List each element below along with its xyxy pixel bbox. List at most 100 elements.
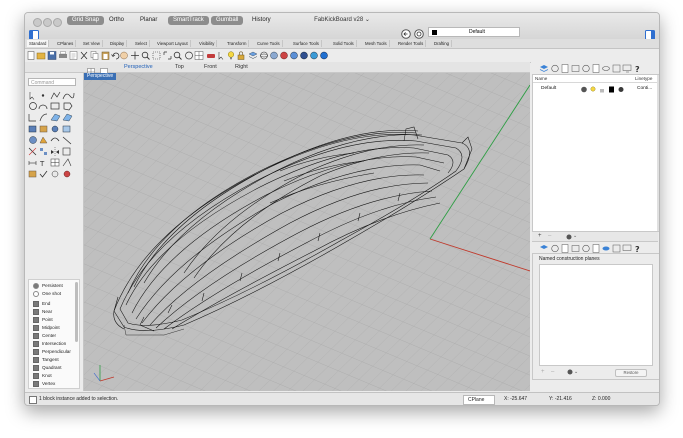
gear-icon[interactable] <box>567 369 573 375</box>
properties-icon[interactable] <box>69 51 78 60</box>
analyze-icon[interactable] <box>62 158 72 167</box>
current-layer-icon[interactable] <box>581 86 587 92</box>
layers-scrollbar[interactable] <box>657 75 659 231</box>
curve-icon[interactable] <box>62 92 75 100</box>
add-layer-button[interactable]: + <box>538 232 542 241</box>
monitor-tab-icon[interactable] <box>622 64 632 73</box>
restore-button[interactable]: Restore <box>615 369 647 377</box>
lightbulb-icon[interactable] <box>227 51 235 60</box>
dimension-icon[interactable] <box>28 161 37 165</box>
tab-standard[interactable]: Standard <box>27 40 50 47</box>
trim-icon[interactable] <box>28 147 37 156</box>
rendered-display-icon[interactable] <box>280 51 288 60</box>
rectangle-icon[interactable] <box>50 102 60 110</box>
osnap-intersection[interactable]: Intersection <box>33 340 66 347</box>
circle-tab-icon[interactable] <box>582 64 590 73</box>
tab-set-view[interactable]: Set View <box>81 40 103 47</box>
layer-row-linetype[interactable]: Conti... <box>637 84 652 93</box>
arc-icon[interactable] <box>38 104 48 110</box>
check-icon[interactable] <box>39 170 48 178</box>
osnap-vertex[interactable]: Vertex <box>33 380 55 387</box>
point-icon[interactable] <box>41 94 45 97</box>
zoom-icon[interactable] <box>141 51 150 60</box>
extrude-icon[interactable] <box>39 125 48 133</box>
print-icon[interactable] <box>59 51 67 59</box>
box-tab-icon[interactable] <box>571 245 580 252</box>
lock-icon[interactable] <box>237 51 245 60</box>
question-mark-icon[interactable]: ? <box>635 245 640 253</box>
tab-select[interactable]: Select <box>133 40 150 47</box>
layers-tab-icon[interactable] <box>539 65 549 72</box>
status-panel-icon[interactable] <box>29 396 37 404</box>
scale-icon[interactable] <box>62 147 71 156</box>
help-icon[interactable] <box>320 51 328 60</box>
tab-visibility[interactable]: Visibility <box>197 40 218 47</box>
circle-icon[interactable] <box>29 102 37 110</box>
gear-icon[interactable] <box>566 234 572 240</box>
left-sidebar-toggle-icon[interactable] <box>29 27 39 40</box>
properties-tab-icon[interactable] <box>551 64 559 73</box>
select-arrow-icon[interactable] <box>29 92 35 100</box>
lock-icon[interactable] <box>600 88 604 93</box>
tab-transform[interactable]: Transform <box>225 40 250 47</box>
tab-curve-tools[interactable]: Curve Tools <box>255 40 283 47</box>
car-icon[interactable] <box>207 54 215 58</box>
osnap-persistent[interactable]: Persistent <box>33 282 63 289</box>
file-tab-icon[interactable] <box>561 244 569 253</box>
eye-tab-icon[interactable] <box>602 66 610 71</box>
text-icon[interactable]: T <box>39 160 45 168</box>
new-file-icon[interactable] <box>27 51 35 60</box>
question-mark-icon[interactable]: ? <box>635 65 640 73</box>
viewport-tab-front[interactable]: Front <box>204 63 217 71</box>
viewport-tab-perspective[interactable]: Perspective <box>124 63 153 71</box>
box-icon[interactable] <box>28 125 37 133</box>
osnap-quadrant[interactable]: Quadrant <box>33 364 62 371</box>
tab-mesh-tools[interactable]: Mesh Tools <box>363 40 390 47</box>
osnap-scrollbar[interactable] <box>75 282 78 342</box>
viewport-grid-icon[interactable] <box>87 63 95 76</box>
title-chevron-icon[interactable]: ⌄ <box>365 17 370 23</box>
right-sidebar-toggle-icon[interactable] <box>645 27 655 40</box>
monitor-tab-icon[interactable] <box>622 244 632 251</box>
pan-hand-icon[interactable] <box>120 51 128 60</box>
osnap-near[interactable]: Near <box>33 308 52 315</box>
layer-options-chevron[interactable]: ⌄ <box>573 232 577 240</box>
add-cplane-button[interactable]: + <box>541 368 545 376</box>
viewport-layout-icon[interactable] <box>100 63 108 76</box>
layer-icon[interactable] <box>248 51 258 59</box>
cplanes-list[interactable] <box>539 264 653 366</box>
rotate-view-icon[interactable] <box>185 51 193 60</box>
circle-tab-icon[interactable] <box>582 244 590 253</box>
remove-cplane-button[interactable]: – <box>551 368 554 376</box>
move-icon[interactable] <box>131 51 139 60</box>
box-tab-icon[interactable] <box>571 65 580 72</box>
zoom-window-icon[interactable] <box>152 51 161 60</box>
mirror-icon[interactable] <box>51 147 59 156</box>
undo-icon[interactable] <box>111 52 120 60</box>
osnap-tangent[interactable]: Tangent <box>33 356 59 363</box>
tab-solid-tools[interactable]: Solid Tools <box>331 40 357 47</box>
osnap-knot[interactable]: Knot <box>33 372 52 379</box>
tab-drafting[interactable]: Drafting <box>432 40 453 47</box>
boolean-icon[interactable] <box>51 125 59 133</box>
save-icon[interactable] <box>47 51 57 60</box>
four-viewports-icon[interactable] <box>194 51 204 60</box>
viewport-tab-top[interactable]: Top <box>175 63 184 71</box>
array-icon[interactable] <box>40 148 47 155</box>
cplane-selector[interactable]: CPlane <box>463 395 496 405</box>
offset-icon[interactable] <box>39 113 48 122</box>
layer-color-icon[interactable] <box>609 86 614 92</box>
viewport-tab-right[interactable]: Right <box>235 63 248 71</box>
osnap-one-shot[interactable]: One shot <box>33 290 61 297</box>
copy-icon[interactable] <box>90 51 99 60</box>
render-icon[interactable] <box>300 51 308 60</box>
document-tab-icon[interactable] <box>592 64 600 73</box>
zebra-icon[interactable] <box>51 170 59 178</box>
surface-icon[interactable] <box>50 113 61 122</box>
split-icon[interactable] <box>62 136 72 145</box>
tab-render-tools[interactable]: Render Tools <box>396 40 427 47</box>
tab-surface-tools[interactable]: Surface Tools <box>291 40 322 47</box>
current-layer-selector[interactable]: Default <box>428 27 520 37</box>
viewport-label[interactable]: Perspective <box>84 73 117 80</box>
grid-tab-icon[interactable] <box>612 244 621 253</box>
